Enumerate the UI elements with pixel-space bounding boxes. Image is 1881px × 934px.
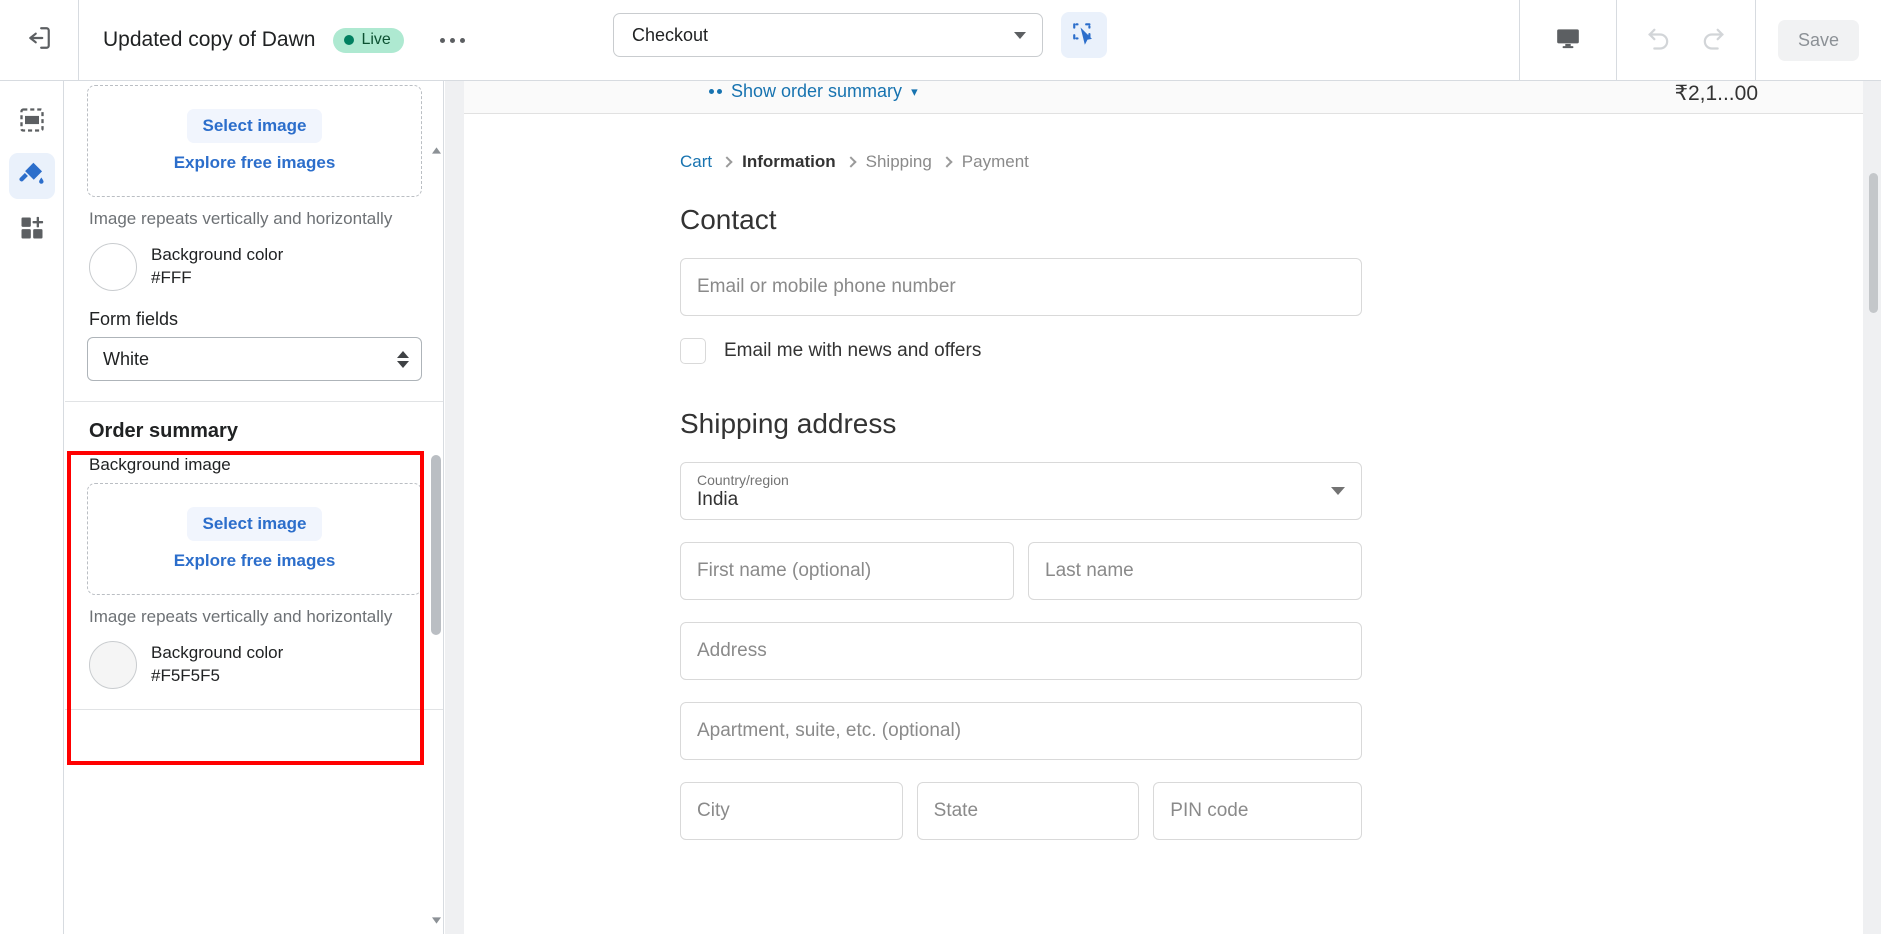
explore-free-images-link[interactable]: Explore free images xyxy=(174,153,336,173)
device-preview-group xyxy=(1518,0,1616,80)
settings-block-top-partial: Select image Explore free images Image r… xyxy=(87,85,422,381)
checkout-preview: Show order summary ▾ ₹2,1...00 Cart Info… xyxy=(445,81,1881,934)
redo-button[interactable] xyxy=(1693,20,1733,60)
live-dot-icon xyxy=(344,34,355,45)
order-summary-background-image-dropzone[interactable]: Select image Explore free images xyxy=(87,483,422,595)
color-swatch[interactable] xyxy=(89,243,137,291)
chevron-right-icon xyxy=(941,156,953,168)
breadcrumb-item-payment: Payment xyxy=(961,152,1029,171)
breadcrumb-item-cart[interactable]: Cart xyxy=(680,152,712,172)
status-badge-label: Live xyxy=(361,30,391,48)
chevron-right-icon xyxy=(844,156,857,168)
theme-settings-scroll-content: Theme settings Select image Explore free… xyxy=(65,81,443,790)
chevron-down-icon xyxy=(1014,31,1026,39)
newsletter-row[interactable]: Email me with news and offers xyxy=(680,338,1362,364)
city-state-pin-row: City State PIN code xyxy=(680,782,1363,840)
background-color-hex: #F5F5F5 xyxy=(151,666,220,685)
page-selector[interactable]: Checkout xyxy=(613,13,1043,57)
undo-arrow-icon xyxy=(1645,24,1673,57)
city-field[interactable]: City xyxy=(680,782,903,840)
rail-item-sections[interactable] xyxy=(9,99,55,145)
rail-item-apps[interactable] xyxy=(9,207,55,253)
more-horizontal-icon xyxy=(439,37,445,43)
order-summary-heading: Order summary xyxy=(89,420,238,442)
country-region-label: Country/region xyxy=(697,471,789,488)
apartment-field[interactable]: Apartment, suite, etc. (optional) xyxy=(680,702,1362,760)
theme-settings-panel: Theme settings Select image Explore free… xyxy=(65,81,444,934)
show-order-summary-label: Show order summary xyxy=(731,81,903,101)
shipping-address-heading: Shipping address xyxy=(680,408,897,439)
country-region-select[interactable]: Country/region India xyxy=(680,462,1362,520)
checkout-main-column: Cart Information Shipping Payment Contac… xyxy=(680,114,1363,840)
background-image-dropzone[interactable]: Select image Explore free images xyxy=(87,85,422,197)
redo-arrow-icon xyxy=(1699,24,1727,57)
history-group xyxy=(1615,0,1756,80)
newsletter-checkbox[interactable] xyxy=(680,338,706,364)
name-row: First name (optional) Last name xyxy=(680,542,1362,600)
undo-button[interactable] xyxy=(1639,20,1679,60)
chevron-right-icon xyxy=(721,156,733,168)
top-bar: Updated copy of Dawn Live Checkout Save xyxy=(0,0,1881,81)
paint-roller-icon xyxy=(18,160,46,193)
save-button[interactable]: Save xyxy=(1777,19,1859,61)
more-options-button[interactable] xyxy=(430,30,475,51)
background-color-hex: #FFF xyxy=(151,268,192,287)
exit-left-icon xyxy=(26,25,52,56)
cart-icon xyxy=(709,89,722,94)
breadcrumb: Cart Information Shipping Payment xyxy=(680,114,1362,172)
checkout-page: Cart Information Shipping Payment Contac… xyxy=(464,114,1863,934)
preview-scrollbar-thumb[interactable] xyxy=(1869,173,1878,313)
contact-heading: Contact xyxy=(680,204,777,235)
explore-free-images-link[interactable]: Explore free images xyxy=(174,551,336,571)
rail-item-theme-settings[interactable] xyxy=(8,153,55,199)
save-group: Save xyxy=(1756,0,1881,80)
newsletter-label: Email me with news and offers xyxy=(724,340,982,361)
exit-editor-button[interactable] xyxy=(0,0,79,80)
panel-scrollbar-thumb[interactable] xyxy=(431,455,441,635)
address-field[interactable]: Address xyxy=(680,622,1362,680)
left-icon-rail xyxy=(0,81,64,934)
image-repeat-helper: Image repeats vertically and horizontall… xyxy=(89,607,393,626)
show-order-summary-toggle[interactable]: Show order summary ▾ xyxy=(709,81,918,102)
select-image-button[interactable]: Select image xyxy=(186,109,323,143)
apps-add-icon xyxy=(18,214,46,247)
theme-identity: Updated copy of Dawn Live xyxy=(79,0,475,80)
background-image-label: Background image xyxy=(89,455,231,474)
last-name-field[interactable]: Last name xyxy=(1028,542,1362,600)
marquee-select-icon xyxy=(1071,20,1097,51)
select-image-button[interactable]: Select image xyxy=(186,507,323,541)
stepper-icon xyxy=(397,350,409,368)
page-selector-group: Checkout xyxy=(613,12,1107,58)
state-field[interactable]: State xyxy=(916,782,1140,840)
background-color-label: Background color xyxy=(151,245,284,265)
settings-block-order-summary: Order summary Background image Select im… xyxy=(87,402,422,689)
background-color-label: Background color xyxy=(151,643,284,663)
top-bar-right-group: Save xyxy=(1518,0,1881,80)
sections-icon xyxy=(18,106,46,139)
status-badge: Live xyxy=(333,27,404,53)
desktop-monitor-icon xyxy=(1555,25,1581,56)
order-summary-background-color-row[interactable]: Background color #F5F5F5 xyxy=(87,627,422,689)
color-swatch[interactable] xyxy=(89,641,137,689)
email-field[interactable]: Email or mobile phone number xyxy=(680,258,1362,316)
breadcrumb-item-shipping: Shipping xyxy=(865,152,932,171)
first-name-field[interactable]: First name (optional) xyxy=(680,542,1014,600)
order-summary-bar: Show order summary ▾ ₹2,1...00 xyxy=(464,81,1863,114)
form-fields-label: Form fields xyxy=(89,309,179,329)
form-fields-value: White xyxy=(103,348,150,369)
marquee-select-tool-button[interactable] xyxy=(1061,12,1107,58)
breadcrumb-item-information: Information xyxy=(742,152,836,171)
theme-name: Updated copy of Dawn xyxy=(103,28,316,51)
image-repeat-helper: Image repeats vertically and horizontall… xyxy=(89,209,393,228)
country-region-value: India xyxy=(697,488,739,510)
scroll-down-arrow-icon[interactable] xyxy=(430,914,442,926)
order-total-price: ₹2,1...00 xyxy=(1674,82,1758,105)
chevron-down-icon xyxy=(1331,487,1345,495)
background-color-row[interactable]: Background color #FFF xyxy=(87,229,422,291)
desktop-preview-button[interactable] xyxy=(1548,20,1588,60)
page-selector-value: Checkout xyxy=(632,24,709,45)
form-fields-select[interactable]: White xyxy=(87,337,422,381)
chevron-down-icon: ▾ xyxy=(911,83,918,99)
pin-code-field[interactable]: PIN code xyxy=(1153,782,1363,840)
